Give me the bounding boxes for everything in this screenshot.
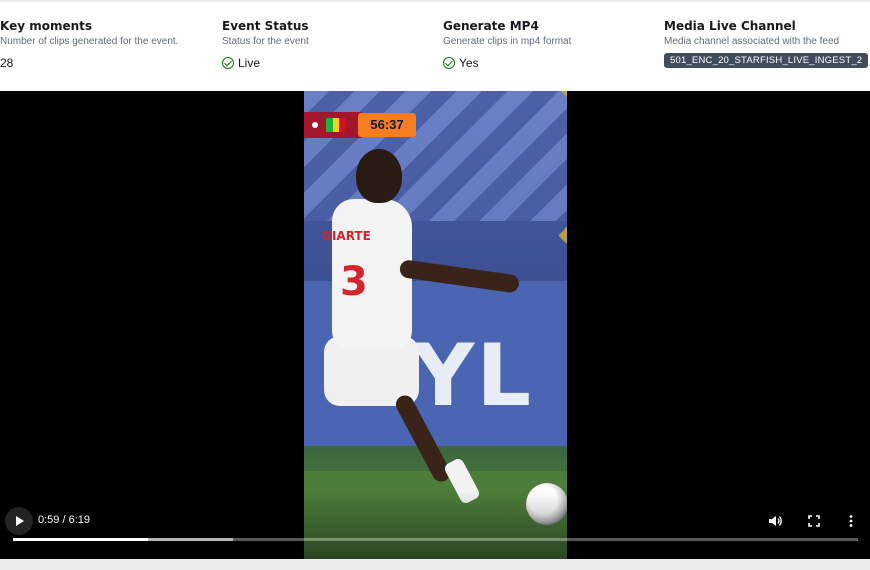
volume-icon [769, 516, 782, 526]
more-options-button[interactable] [845, 514, 857, 531]
more-options-icon [849, 515, 853, 527]
match-clock: 56:37 [358, 113, 416, 137]
team-flag-icon [326, 118, 347, 132]
event-summary: Key moments Number of clips generated fo… [0, 18, 870, 78]
event-status-indicator: Live [222, 55, 309, 71]
generate-mp4-stat: Generate MP4 Generate clips in mp4 forma… [443, 18, 571, 71]
play-button[interactable] [5, 507, 33, 535]
fullscreen-icon [808, 515, 820, 527]
team-dot [312, 122, 318, 128]
generate-mp4-description: Generate clips in mp4 format [443, 36, 572, 47]
bottom-strip [0, 559, 870, 570]
scoreboard-team [304, 112, 362, 138]
scoreboard: 56:37 [304, 112, 416, 138]
event-status-stat: Event Status Status for the event Live [222, 18, 309, 71]
controls-overlay [0, 491, 870, 559]
media-live-channel-label: Media Live Channel [664, 19, 796, 33]
check-circle-icon [443, 57, 455, 69]
event-status-description: Status for the event [222, 36, 309, 47]
generate-mp4-value: Yes [459, 56, 479, 70]
media-live-channel-stat: Media Live Channel Media channel associa… [664, 18, 869, 68]
key-moments-label: Key moments [0, 19, 93, 33]
seek-bar[interactable] [13, 538, 858, 541]
time-display: 0:59 / 6:19 [38, 514, 90, 526]
generate-mp4-indicator: Yes [443, 55, 571, 71]
check-circle-icon [222, 57, 234, 69]
key-moments-description: Number of clips generated for the event. [0, 36, 179, 47]
top-divider [0, 0, 870, 2]
fullscreen-button[interactable] [807, 514, 821, 531]
media-live-channel-description: Media channel associated with the feed [664, 36, 840, 47]
key-moments-value: 28 [0, 56, 14, 70]
video-frame[interactable]: HYL DIARTE 3 56:37 [304, 91, 567, 559]
jersey-name: DIARTE [322, 229, 371, 243]
key-moments-stat: Key moments Number of clips generated fo… [0, 18, 178, 71]
volume-button[interactable] [768, 514, 784, 531]
jersey-number: 3 [340, 259, 368, 305]
event-status-value: Live [238, 56, 261, 70]
media-live-channel-badge: 501_ENC_20_STARFISH_LIVE_INGEST_2 [664, 53, 869, 68]
video-player[interactable]: HYL DIARTE 3 56:37 0:59 / 6:19 [0, 91, 870, 559]
generate-mp4-label: Generate MP4 [443, 19, 539, 33]
seek-bar-played [13, 538, 149, 541]
player-head [356, 149, 402, 203]
event-status-label: Event Status [222, 19, 309, 33]
